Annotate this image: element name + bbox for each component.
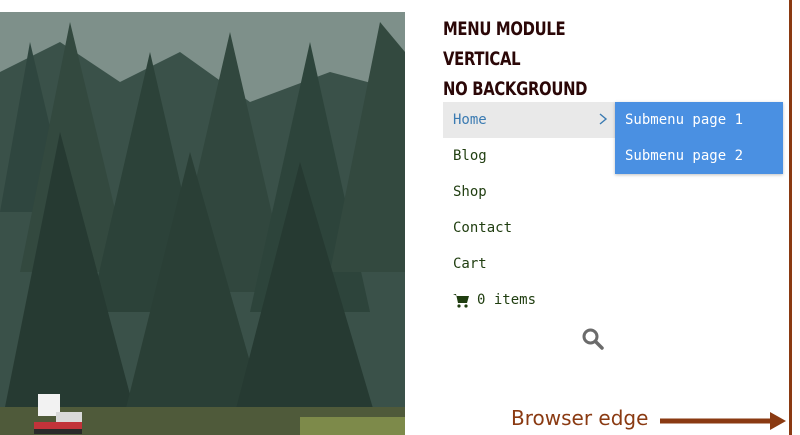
menu-item-label: Contact [453,220,513,236]
submenu-item-2[interactable]: Submenu page 2 [615,138,783,174]
menu-item-label: Home [453,112,487,128]
menu-item-shop[interactable]: Shop [443,174,615,210]
submenu-item-label: Submenu page 1 [625,112,744,128]
menu-item-contact[interactable]: Contact [443,210,615,246]
forest-photo [0,12,405,435]
menu-item-label: Blog [453,148,487,164]
menu-item-home[interactable]: Home [443,102,615,138]
vertical-menu: Home Blog Shop Contact Cart 0 items [443,102,615,318]
forest-illustration [0,12,405,435]
menu-item-blog[interactable]: Blog [443,138,615,174]
menu-item-label: Shop [453,184,487,200]
menu-item-label: Cart [453,256,487,272]
arrow-right-icon [660,412,786,430]
browser-edge-label: Browser edge [511,406,649,430]
menu-item-cart-count[interactable]: 0 items [443,282,615,318]
browser-edge-line [789,0,792,435]
menu-item-cart[interactable]: Cart [443,246,615,282]
cart-icon [453,293,469,308]
submenu-item-1[interactable]: Submenu page 1 [615,102,783,138]
submenu-dropdown: Submenu page 1 Submenu page 2 [615,102,783,174]
chevron-right-icon [599,113,608,125]
search-icon[interactable] [581,327,605,351]
submenu-item-label: Submenu page 2 [625,148,744,164]
heading-line-1: MENU MODULE VERTICAL [443,18,566,70]
cart-count-text: 0 items [477,292,537,308]
